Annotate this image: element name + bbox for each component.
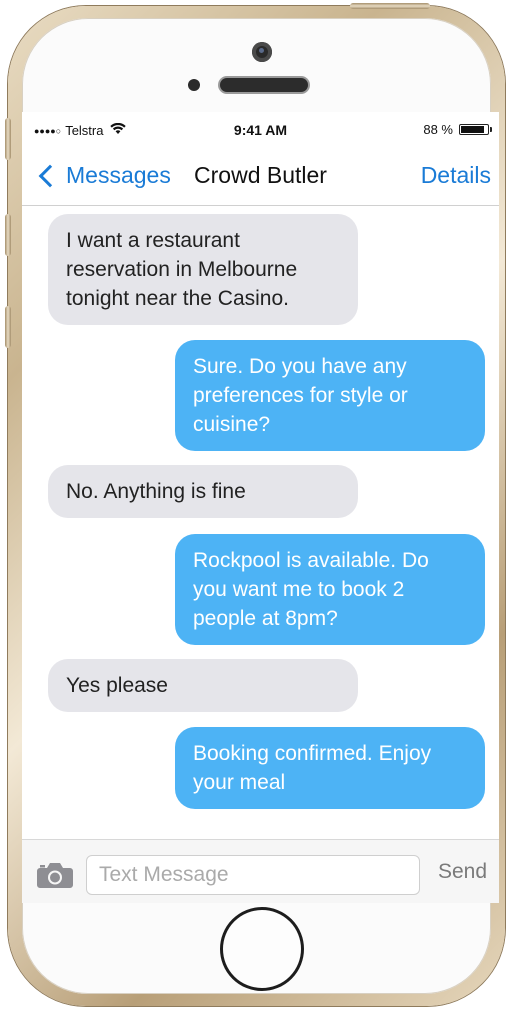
send-button[interactable]: Send (438, 860, 487, 884)
power-button (350, 3, 430, 9)
earpiece-speaker (220, 78, 308, 92)
mute-switch (5, 118, 11, 160)
message-bubble-sent: Rockpool is available. Do you want me to… (175, 534, 485, 645)
message-bubble-received: No. Anything is fine (48, 465, 358, 518)
camera-icon[interactable] (36, 862, 74, 889)
battery-icon (459, 124, 492, 135)
message-bubble-received: Yes please (48, 659, 358, 712)
home-button[interactable] (220, 907, 304, 991)
battery-fill (461, 126, 484, 133)
screen: ●●●●○ Telstra 9:41 AM 88 % Messages Crow… (22, 112, 499, 903)
battery-info: 88 % (423, 122, 492, 137)
message-composer: Send (22, 839, 499, 903)
volume-down-button (5, 306, 11, 348)
message-thread: I want a restaurant reservation in Melbo… (22, 206, 499, 836)
message-input[interactable] (86, 855, 420, 895)
battery-percentage: 88 % (423, 122, 453, 137)
message-bubble-sent: Booking confirmed. Enjoy your meal (175, 727, 485, 809)
message-bubble-received: I want a restaurant reservation in Melbo… (48, 214, 358, 325)
proximity-sensor (188, 79, 200, 91)
status-bar: ●●●●○ Telstra 9:41 AM 88 % (22, 112, 499, 148)
details-button[interactable]: Details (421, 162, 491, 189)
volume-up-button (5, 214, 11, 256)
message-bubble-sent: Sure. Do you have any preferences for st… (175, 340, 485, 451)
front-camera (252, 42, 272, 62)
navigation-bar: Messages Crowd Butler Details (22, 148, 499, 206)
